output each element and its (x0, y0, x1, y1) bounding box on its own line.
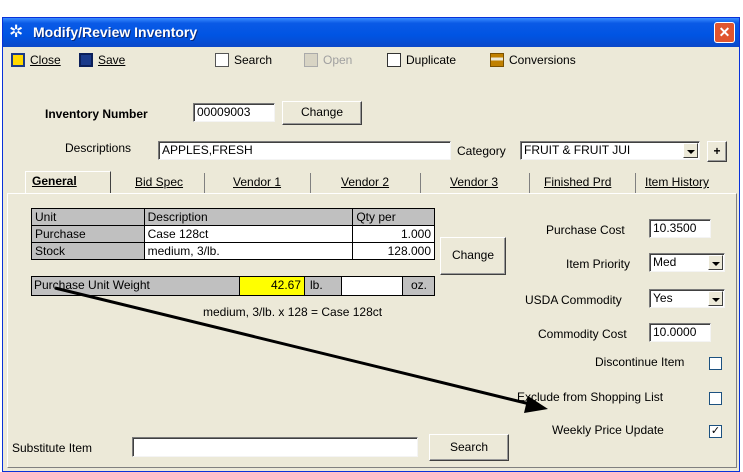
usda-commodity-label: USDA Commodity (525, 293, 622, 307)
floppy-disk-icon (79, 53, 93, 67)
oz-unit-label: oz. (411, 278, 428, 292)
search-label: Search (234, 53, 273, 67)
description-cell[interactable]: medium, 3/lb. (143, 242, 354, 260)
toolbar: Close Save Search Open Duplicate Convers… (3, 47, 739, 72)
tab-strip: General Bid Spec Vendor 1 Vendor 2 Vendo… (3, 171, 739, 193)
tab-vendor-3[interactable]: Vendor 3 (444, 173, 530, 193)
search-button[interactable]: Search (215, 52, 272, 68)
column-header: Qty per (352, 208, 435, 226)
description-cell[interactable]: Case 128ct (143, 225, 354, 243)
tab-label: Vendor 2 (341, 175, 390, 189)
table-row: Purchase Case 128ct 1.000 (31, 225, 435, 243)
folder-open-icon (304, 53, 318, 67)
exclude-shopping-list-label: Exclude from Shopping List (517, 390, 664, 404)
discontinue-item-checkbox[interactable] (709, 357, 722, 370)
inventory-number-field[interactable]: 00009003 (193, 103, 275, 122)
weight-oz-field[interactable] (341, 276, 403, 296)
tab-label: Item History (645, 175, 710, 189)
conversions-button[interactable]: Conversions (490, 52, 576, 68)
column-header: Unit (31, 208, 145, 226)
change-inventory-button[interactable]: Change (282, 101, 362, 125)
weekly-price-update-label: Weekly Price Update (552, 423, 664, 437)
qty-cell[interactable]: 1.000 (352, 225, 435, 243)
close-button[interactable]: Close (11, 52, 61, 68)
close-label: Close (30, 53, 61, 67)
unit-cell: Purchase (31, 225, 145, 243)
descriptions-field[interactable]: APPLES,FRESH (158, 141, 451, 160)
descriptions-label: Descriptions (65, 141, 132, 155)
tab-item-history[interactable]: Item History (639, 173, 739, 193)
commodity-cost-field[interactable]: 10.0000 (649, 323, 711, 342)
tab-vendor-1[interactable]: Vendor 1 (227, 173, 311, 193)
tab-label: Vendor 1 (233, 175, 282, 189)
conversions-label: Conversions (509, 53, 576, 67)
column-header: Description (143, 208, 354, 226)
units-table: Unit Description Qty per Purchase Case 1… (31, 208, 435, 260)
unit-cell: Stock (31, 242, 145, 260)
tab-vendor-2[interactable]: Vendor 2 (335, 173, 421, 193)
duplicate-button[interactable]: Duplicate (387, 52, 456, 68)
close-icon (11, 53, 25, 67)
lb-unit-label: lb. (310, 278, 323, 292)
substitute-item-label: Substitute Item (12, 441, 93, 455)
window-close-button[interactable]: ✕ (714, 22, 735, 43)
exclude-shopping-list-checkbox[interactable] (709, 392, 722, 405)
item-priority-value: Med (653, 255, 677, 269)
tab-general[interactable]: General (25, 171, 111, 193)
usda-commodity-value: Yes (653, 291, 673, 305)
category-dropdown[interactable]: FRUIT & FRUIT JUI (520, 141, 700, 160)
change-units-button[interactable]: Change (440, 237, 506, 275)
substitute-item-field[interactable] (132, 437, 418, 457)
tab-label: Vendor 3 (450, 175, 499, 189)
inventory-number-label: Inventory Number (45, 107, 148, 121)
commodity-cost-label: Commodity Cost (538, 327, 627, 341)
table-row: Stock medium, 3/lb. 128.000 (31, 242, 435, 260)
chevron-down-icon (708, 255, 723, 270)
open-button[interactable]: Open (304, 52, 352, 68)
open-label: Open (323, 53, 353, 67)
usda-commodity-dropdown[interactable]: Yes (649, 289, 725, 308)
save-button[interactable]: Save (79, 52, 125, 68)
purchase-unit-weight-row: Purchase Unit Weight 42.67 lb. oz. (31, 276, 435, 296)
app-icon: ✲ (9, 22, 24, 41)
qty-cell[interactable]: 128.000 (352, 242, 435, 260)
tab-label: Bid Spec (135, 175, 184, 189)
conversions-icon (490, 53, 504, 67)
window-title: Modify/Review Inventory (33, 24, 198, 40)
weekly-price-update-checkbox[interactable]: ✓ (709, 425, 722, 438)
table-header-row: Unit Description Qty per (31, 208, 435, 226)
add-category-button[interactable]: + (707, 141, 727, 162)
chevron-down-icon (708, 291, 723, 306)
tab-bid-spec[interactable]: Bid Spec (129, 173, 205, 193)
discontinue-item-label: Discontinue Item (595, 355, 685, 369)
search-icon (215, 53, 229, 67)
purchase-cost-field[interactable]: 10.3500 (649, 219, 711, 238)
tab-label: Finished Prd (544, 175, 612, 189)
inventory-window: ✲ Modify/Review Inventory ✕ Close Save S… (2, 17, 740, 472)
item-priority-dropdown[interactable]: Med (649, 253, 725, 272)
title-bar: ✲ Modify/Review Inventory ✕ (3, 18, 739, 47)
category-value: FRUIT & FRUIT JUI (524, 143, 631, 157)
save-label: Save (98, 53, 126, 67)
duplicate-label: Duplicate (406, 53, 457, 67)
tab-label: General (32, 174, 77, 188)
duplicate-icon (387, 53, 401, 67)
weight-lb-field[interactable]: 42.67 (239, 276, 305, 296)
check-icon: ✓ (710, 425, 721, 437)
category-label: Category (457, 144, 506, 158)
purchase-cost-label: Purchase Cost (546, 223, 625, 237)
substitute-search-button[interactable]: Search (429, 434, 509, 461)
purchase-unit-weight-label: Purchase Unit Weight (34, 278, 150, 292)
item-priority-label: Item Priority (566, 257, 631, 271)
conversion-summary: medium, 3/lb. x 128 = Case 128ct (203, 305, 383, 319)
tab-finished-prd[interactable]: Finished Prd (538, 173, 636, 193)
chevron-down-icon (683, 143, 698, 158)
